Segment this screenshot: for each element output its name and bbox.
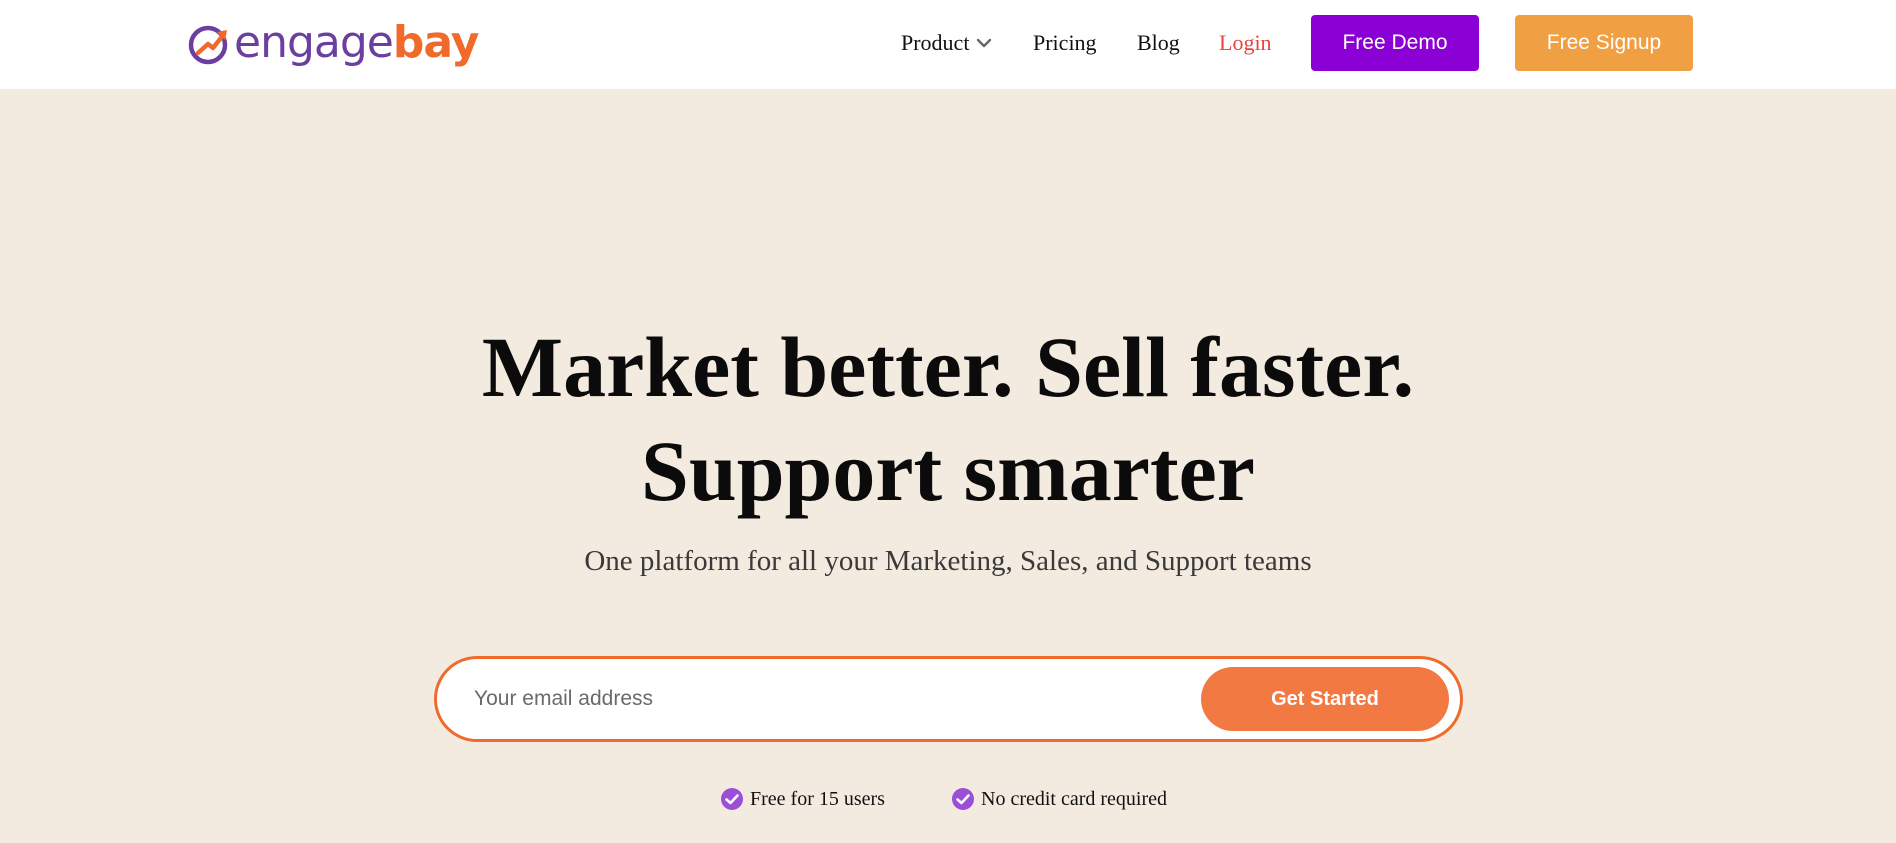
hero-title-line-1: Market better. Sell faster. (481, 319, 1415, 415)
perk-free-users: Free for 15 users (720, 784, 885, 814)
free-demo-button[interactable]: Free Demo (1311, 15, 1479, 71)
nav-product-label: Product (901, 30, 970, 55)
perk-no-credit-card: No credit card required (951, 784, 1167, 814)
free-signup-button[interactable]: Free Signup (1515, 15, 1693, 71)
hero-subtitle: One platform for all your Marketing, Sal… (584, 545, 1312, 577)
check-circle-icon (952, 788, 974, 810)
perk-label: No credit card required (981, 787, 1168, 810)
nav-blog[interactable]: Blog (1137, 15, 1180, 71)
check-circle-icon (721, 788, 743, 810)
site-header: engagebay Product Pricing Blog Login Fre… (0, 0, 1896, 89)
perk-label: Free for 15 users (750, 787, 885, 810)
email-input[interactable] (474, 679, 1154, 719)
get-started-button[interactable]: Get Started (1201, 667, 1449, 731)
signup-form: Get Started (434, 656, 1463, 742)
chevron-down-icon (977, 38, 992, 48)
nav-login[interactable]: Login (1219, 15, 1272, 71)
nav-product[interactable]: Product (901, 15, 993, 71)
hero-title-line-2: Support smarter (641, 423, 1255, 519)
hero-title: Market better. Sell faster. Support smar… (0, 315, 1896, 523)
nav-pricing[interactable]: Pricing (1033, 15, 1097, 71)
